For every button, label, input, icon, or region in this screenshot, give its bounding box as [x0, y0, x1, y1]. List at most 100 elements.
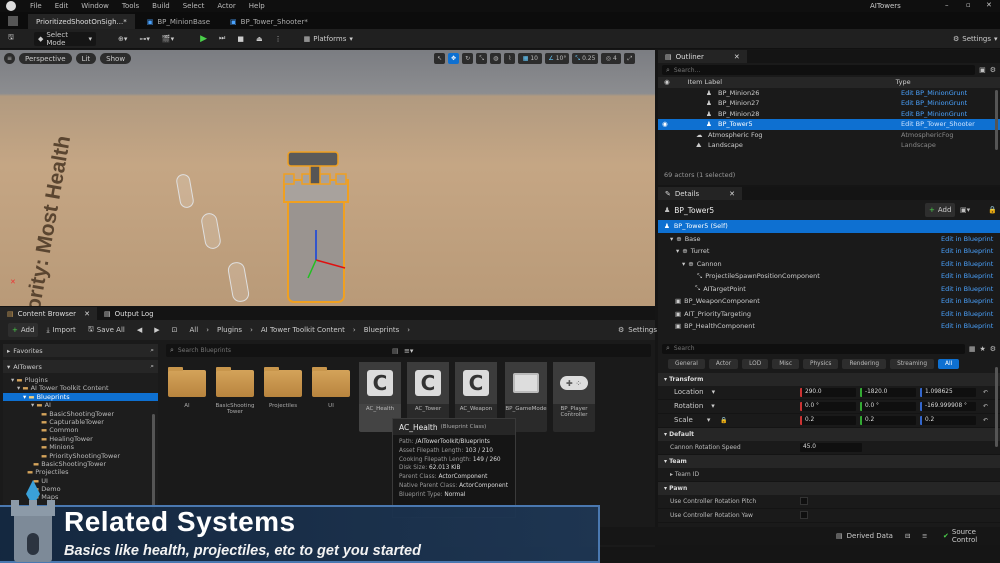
component-row[interactable]: ▾ ⊕ Base Edit in Blueprint	[658, 233, 1000, 246]
menu-tools[interactable]: Tools	[122, 2, 139, 10]
save-all-button[interactable]: 🖫 Save All	[84, 323, 129, 337]
rotation-dropdown[interactable]: Rotation ▾	[670, 399, 719, 413]
add-button[interactable]: + Add	[8, 323, 39, 337]
favorite-star-icon[interactable]: ★	[979, 345, 985, 353]
select-tool-icon[interactable]: ↖	[434, 53, 446, 64]
tree-item[interactable]: ▾ ▬ AI	[3, 401, 158, 409]
perspective-button[interactable]: Perspective	[19, 53, 72, 64]
save-search-icon[interactable]: ▤	[392, 347, 399, 355]
tree-scrollbar[interactable]	[152, 414, 155, 514]
camera-speed-button[interactable]: ◎ 4	[601, 53, 622, 64]
details-search-input[interactable]	[673, 345, 874, 352]
tree-item-selected[interactable]: ▾ ▬ Blueprints	[3, 392, 158, 402]
menu-build[interactable]: Build	[152, 2, 170, 10]
pitch-checkbox[interactable]	[800, 497, 808, 505]
minion-capsule[interactable]	[175, 173, 195, 209]
viewport-menu-button[interactable]: ≡	[4, 53, 16, 64]
outliner-row[interactable]: ♟ BP_Minion26 Edit BP_MinionGrunt	[658, 88, 1000, 99]
visibility-icon[interactable]: ◉	[662, 120, 670, 128]
search-icon[interactable]: ⌕	[150, 362, 154, 371]
tree-item[interactable]: ▬ Common	[3, 426, 158, 434]
tab-bp-minionbase[interactable]: ▣ BP_MinionBase	[139, 14, 218, 29]
component-row[interactable]: ▾ ⊕ Cannon Edit in Blueprint	[658, 258, 1000, 271]
maximize-viewport-icon[interactable]: ⤢	[624, 53, 636, 64]
minion-capsule[interactable]	[199, 211, 223, 251]
asset-bp-playercontroller[interactable]: ✚ ⁘ BP_Player Controller	[553, 362, 595, 432]
component-row[interactable]: ⤡ ProjectileSpawnPositionComponent Edit in…	[658, 270, 1000, 283]
more-options-icon[interactable]: ⋮	[271, 32, 286, 46]
breadcrumb-blueprints[interactable]: Blueprints	[360, 323, 404, 337]
search-icon[interactable]: ⌕	[150, 346, 154, 355]
section-pawn[interactable]: ▾ Pawn	[658, 481, 1000, 495]
tree-item[interactable]: ▬ Projectiles	[3, 468, 158, 476]
add-component-button[interactable]: + Add	[925, 203, 956, 217]
tab-outliner[interactable]: ▤ Outliner ✕	[658, 50, 747, 63]
tab-output-log[interactable]: ▤ Output Log	[97, 307, 161, 320]
component-row[interactable]: ▣ BP_HealthComponent Edit in Blueprint	[658, 320, 1000, 333]
scale-x-field[interactable]: 0.2	[800, 415, 856, 425]
location-z-field[interactable]: 1.098625	[920, 387, 976, 397]
lit-button[interactable]: Lit	[75, 53, 97, 64]
revision-control-icon[interactable]: ⊟	[905, 532, 910, 540]
tab-level[interactable]: PrioritizedShootOnSigh...*	[28, 14, 135, 29]
gear-icon[interactable]: ⚙	[990, 66, 996, 74]
section-transform[interactable]: ▾ Transform	[658, 372, 1000, 386]
history-forward-icon[interactable]: ▶	[150, 323, 163, 337]
location-dropdown[interactable]: Location ▾	[670, 385, 719, 399]
reset-icon[interactable]: ↶	[983, 389, 988, 396]
yaw-checkbox[interactable]	[800, 511, 808, 519]
notifications-icon[interactable]: ≡	[922, 532, 927, 540]
outliner-row[interactable]: ☁ Atmospheric Fog AtmosphericFog	[658, 130, 1000, 141]
rotation-x-field[interactable]: 0.0 °	[800, 401, 856, 411]
filter-lod[interactable]: LOD	[742, 358, 769, 369]
tree-item[interactable]: ▬ BasicShootingTower	[3, 460, 158, 468]
filter-misc[interactable]: Misc	[772, 358, 800, 369]
outliner-row[interactable]: ♟ BP_Minion28 Edit BP_MinionGrunt	[658, 109, 1000, 120]
translate-tool-icon[interactable]: ✥	[448, 53, 460, 64]
tree-item[interactable]: ▾ ▬ Plugins	[3, 376, 158, 384]
folder-ai[interactable]: AI	[166, 362, 208, 418]
component-row[interactable]: ▣ AIT_PriorityTargeting Edit in Blueprint	[658, 308, 1000, 321]
outliner-row[interactable]: ⛰ Landscape Landscape	[658, 140, 1000, 151]
blueprint-options-icon[interactable]: ▣▾	[960, 206, 970, 214]
reset-icon[interactable]: ↶	[983, 417, 988, 424]
content-settings-button[interactable]: ⚙ Settings	[614, 323, 661, 337]
derived-data-button[interactable]: ▤ Derived Data	[832, 529, 897, 543]
menu-file[interactable]: File	[30, 2, 42, 10]
minion-capsule[interactable]	[226, 260, 251, 304]
filter-streaming[interactable]: Streaming	[890, 358, 935, 369]
favorites-header[interactable]: ▸ Favorites ⌕	[3, 344, 158, 357]
menu-actor[interactable]: Actor	[217, 2, 235, 10]
property-matrix-icon[interactable]: ▦	[969, 345, 976, 353]
lock-icon[interactable]: 🔒	[988, 206, 997, 214]
project-root-header[interactable]: ▾ AITowers ⌕	[3, 360, 158, 373]
menu-edit[interactable]: Edit	[55, 2, 69, 10]
tab-details[interactable]: ✎ Details ✕	[658, 187, 743, 200]
folder-ui[interactable]: UI	[310, 362, 352, 418]
outliner-search-input[interactable]	[673, 66, 874, 74]
platforms-dropdown[interactable]: ▦ Platforms ▾	[300, 32, 357, 46]
tab-bp-tower-shooter[interactable]: ▣ BP_Tower_Shooter*	[222, 14, 316, 29]
asset-search-input[interactable]	[177, 347, 378, 354]
import-button[interactable]: ⤓ Import	[42, 323, 79, 337]
source-control-button[interactable]: ✔ Source Control	[939, 528, 1000, 544]
step-icon[interactable]: ⏭	[215, 32, 229, 46]
scale-tool-icon[interactable]: ⤡	[476, 53, 488, 64]
rotation-z-field[interactable]: -169.999908 °	[920, 401, 976, 411]
tab-content-browser[interactable]: ▤ Content Browser ✕	[0, 307, 97, 320]
filter-general[interactable]: General	[668, 358, 705, 369]
component-row[interactable]: ⤡ AITargetPoint Edit in Blueprint	[658, 283, 1000, 296]
location-y-field[interactable]: -1820.0	[860, 387, 916, 397]
save-icon[interactable]: 🖫	[4, 32, 18, 46]
section-team[interactable]: ▾ Team	[658, 454, 1000, 468]
tree-item[interactable]: ▬ PriorityShootingTower	[3, 452, 158, 460]
maximize-button[interactable]: ▫	[966, 1, 971, 9]
scale-dropdown[interactable]: Scale ▾	[670, 413, 714, 427]
details-scrollbar[interactable]	[995, 367, 998, 447]
history-back-icon[interactable]: ◀	[133, 323, 146, 337]
folder-projectiles[interactable]: Projectiles	[262, 362, 304, 418]
stop-icon[interactable]: ■	[233, 32, 248, 46]
location-x-field[interactable]: 290.0	[800, 387, 856, 397]
breadcrumb-plugins[interactable]: Plugins	[213, 323, 246, 337]
menu-help[interactable]: Help	[249, 2, 265, 10]
